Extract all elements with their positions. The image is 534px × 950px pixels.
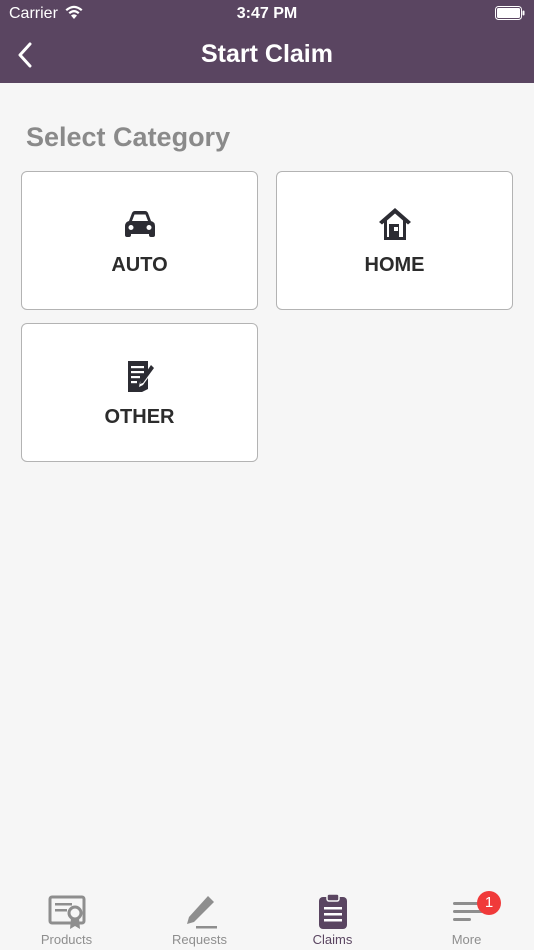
tab-label-claims: Claims [312, 932, 353, 947]
clipboard-icon [318, 893, 347, 929]
tab-requests[interactable]: Requests [133, 884, 266, 950]
tab-label-products: Products [40, 932, 93, 947]
tab-label-requests: Requests [172, 932, 227, 947]
notification-badge: 1 [477, 891, 501, 915]
top-bar: Carrier 3:47 PM Start Claim [0, 0, 534, 83]
tab-claims[interactable]: Claims [266, 884, 399, 950]
page-title: Start Claim [201, 40, 333, 68]
category-label-other: OTHER [104, 406, 175, 428]
category-label-auto: AUTO [111, 254, 168, 276]
certificate-icon [48, 895, 85, 929]
tab-more[interactable]: More 1 [400, 884, 533, 950]
status-bar: Carrier 3:47 PM [0, 0, 534, 28]
battery-icon [495, 6, 525, 20]
section-title: Select Category [26, 122, 231, 152]
tab-products[interactable]: Products [0, 884, 133, 950]
category-label-home: HOME [364, 254, 425, 276]
document-edit-icon [127, 361, 154, 392]
category-card-home[interactable]: HOME [276, 171, 513, 310]
category-card-auto[interactable]: AUTO [21, 171, 258, 310]
car-icon [124, 211, 155, 237]
pencil-icon [186, 896, 217, 929]
house-icon [378, 208, 411, 240]
tab-label-more: More [451, 932, 482, 947]
status-time: 3:47 PM [236, 5, 298, 22]
category-card-other[interactable]: OTHER [21, 323, 258, 462]
tab-bar: Products Requests Claims More 1 [0, 884, 534, 950]
